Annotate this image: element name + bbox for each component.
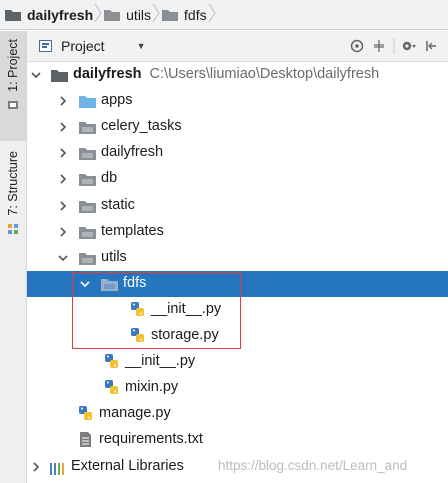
library-icon	[49, 461, 66, 475]
tree-item-label: manage.py	[99, 405, 171, 421]
chevron-right-icon[interactable]	[57, 121, 69, 133]
folder-icon	[103, 8, 121, 22]
breadcrumb-item[interactable]: dailyfresh	[4, 0, 93, 30]
chevron-right-icon[interactable]	[30, 461, 42, 473]
tree-row[interactable]: dailyfresh C:\Users\liumiao\Desktop\daily…	[27, 62, 448, 88]
tree-item-name: apps	[101, 92, 133, 109]
target-icon[interactable]	[346, 31, 368, 61]
hide-icon[interactable]	[420, 31, 442, 61]
python-file-icon	[103, 379, 120, 396]
tree-item-label: templates	[101, 223, 164, 239]
watermark: https://blog.csdn.net/Learn_and	[218, 458, 408, 473]
tree-item-label: db	[101, 170, 117, 186]
tree-item-label: External Libraries	[71, 458, 184, 474]
tree-item-name: requirements.txt	[99, 431, 203, 448]
tree-item-label: apps	[101, 92, 132, 108]
caret-down-icon[interactable]: ▼	[137, 41, 146, 51]
breadcrumb-separator	[207, 0, 217, 31]
tree-item-label: mixin.py	[125, 379, 178, 395]
tree-item-name: dailyfresh	[101, 144, 164, 161]
tree-row[interactable]: static	[27, 193, 448, 219]
tree-item-name: static	[101, 196, 135, 213]
toolbar-divider	[390, 31, 398, 61]
structure-tab-icon	[7, 222, 19, 234]
chevron-right-icon[interactable]	[57, 95, 69, 107]
tree-row[interactable]: celery_tasks	[27, 114, 448, 140]
tree-item-label: __init__.py	[125, 353, 195, 369]
project-view-title[interactable]: Project	[61, 38, 105, 54]
project-path: C:\Users\liumiao\Desktop\dailyfresh	[149, 66, 380, 82]
chevron-right-icon[interactable]	[57, 226, 69, 238]
breadcrumb: dailyfresh utils fdfs	[0, 0, 448, 30]
tree-row[interactable]: templates	[27, 219, 448, 245]
folder-icon	[79, 95, 96, 109]
tab-project[interactable]: 1: Project	[0, 31, 26, 141]
highlight-box	[72, 272, 241, 349]
collapse-icon[interactable]	[368, 31, 390, 61]
tree-item-label: static	[101, 197, 135, 213]
gear-icon[interactable]	[398, 31, 420, 61]
tree-item-name: celery_tasks	[101, 118, 182, 135]
tree-item-name: __init__.py	[125, 353, 196, 370]
tree-item-label: dailyfresh	[101, 144, 163, 160]
tree-item-name: mixin.py	[125, 379, 179, 396]
breadcrumb-separator	[151, 0, 161, 31]
folder-icon	[79, 200, 96, 213]
tree-row[interactable]: __init__.py	[27, 349, 448, 375]
tab-project-label: 1: Project	[6, 39, 20, 92]
breadcrumb-item[interactable]: utils	[103, 0, 151, 30]
breadcrumb-label: fdfs	[184, 6, 207, 23]
chevron-right-icon[interactable]	[57, 173, 69, 185]
tree-row[interactable]: requirements.txt	[27, 427, 448, 453]
folder-icon	[161, 8, 179, 22]
tree-item-label: requirements.txt	[99, 431, 203, 447]
tree-item-name: External Libraries	[71, 457, 184, 474]
folder-icon	[4, 8, 22, 22]
folder-icon	[79, 252, 96, 265]
folder-icon	[79, 226, 96, 239]
tree-item-name: templates	[101, 222, 164, 239]
project-view-icon	[39, 40, 52, 52]
tree-item-name: utils	[101, 248, 127, 265]
tree-item-label: dailyfresh C:\Users\liumiao\Desktop\daily…	[73, 66, 379, 82]
tree-row[interactable]: mixin.py	[27, 375, 448, 401]
folder-icon	[79, 147, 96, 161]
project-panel-header: Project ▼	[27, 31, 448, 62]
project-tab-icon	[7, 98, 19, 110]
tool-window-sidebar: 1: Project 7: Structure	[0, 31, 27, 483]
python-file-icon	[103, 353, 120, 370]
breadcrumb-item[interactable]: fdfs	[161, 0, 207, 30]
chevron-right-icon[interactable]	[57, 200, 69, 212]
chevron-down-icon[interactable]	[57, 252, 69, 264]
tree-row[interactable]: apps	[27, 88, 448, 114]
tree-row[interactable]: db	[27, 166, 448, 192]
tree-item-name: db	[101, 170, 118, 187]
tree-row[interactable]: manage.py	[27, 401, 448, 427]
chevron-right-icon[interactable]	[57, 147, 69, 159]
text-file-icon	[77, 431, 94, 448]
python-file-icon	[77, 405, 94, 422]
folder-icon	[79, 121, 96, 135]
tab-structure-label: 7: Structure	[6, 151, 20, 216]
tree-row[interactable]: dailyfresh	[27, 140, 448, 166]
tree-item-label: celery_tasks	[101, 118, 182, 134]
breadcrumb-label: dailyfresh	[27, 6, 94, 23]
chevron-down-icon[interactable]	[30, 69, 42, 81]
tree-item-label: utils	[101, 249, 127, 265]
tree-item-name: dailyfresh	[73, 66, 142, 82]
tab-structure[interactable]: 7: Structure	[0, 147, 26, 287]
folder-icon	[51, 69, 68, 82]
tree-row[interactable]: utils	[27, 245, 448, 271]
breadcrumb-separator	[93, 0, 103, 31]
tree-item-name: manage.py	[99, 405, 171, 422]
folder-icon	[79, 173, 96, 187]
breadcrumb-label: utils	[126, 6, 152, 23]
